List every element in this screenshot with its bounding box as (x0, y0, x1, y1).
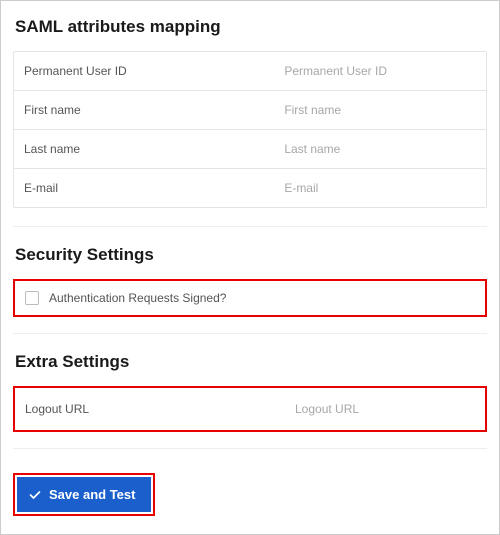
auth-requests-signed-row: Authentication Requests Signed? (25, 291, 475, 305)
save-and-test-button[interactable]: Save and Test (17, 477, 151, 512)
auth-requests-signed-checkbox[interactable] (25, 291, 39, 305)
email-input[interactable] (278, 169, 486, 207)
mapping-label: E-mail (14, 169, 278, 207)
last-name-input[interactable] (278, 130, 486, 168)
security-highlight-box: Authentication Requests Signed? (13, 279, 487, 317)
divider (13, 448, 487, 449)
extra-highlight-box: Logout URL (13, 386, 487, 432)
check-icon (29, 489, 41, 501)
extra-settings-heading: Extra Settings (15, 352, 487, 372)
saml-mapping-table: Permanent User ID First name Last name E… (13, 51, 487, 208)
divider (13, 333, 487, 334)
permanent-user-id-input[interactable] (278, 52, 486, 90)
security-settings-heading: Security Settings (15, 245, 487, 265)
mapping-row-first-name: First name (14, 91, 486, 130)
divider (13, 226, 487, 227)
first-name-input[interactable] (278, 91, 486, 129)
save-button-highlight: Save and Test (13, 473, 155, 516)
mapping-label: Permanent User ID (14, 52, 278, 90)
mapping-label: Last name (14, 130, 278, 168)
logout-url-row: Logout URL (25, 398, 475, 420)
save-button-label: Save and Test (49, 487, 135, 502)
saml-mapping-heading: SAML attributes mapping (15, 17, 487, 37)
auth-requests-signed-label: Authentication Requests Signed? (49, 291, 226, 305)
mapping-row-email: E-mail (14, 169, 486, 207)
mapping-row-permanent-user-id: Permanent User ID (14, 52, 486, 91)
mapping-row-last-name: Last name (14, 130, 486, 169)
logout-url-label: Logout URL (25, 398, 295, 420)
mapping-label: First name (14, 91, 278, 129)
logout-url-input[interactable] (295, 398, 475, 420)
